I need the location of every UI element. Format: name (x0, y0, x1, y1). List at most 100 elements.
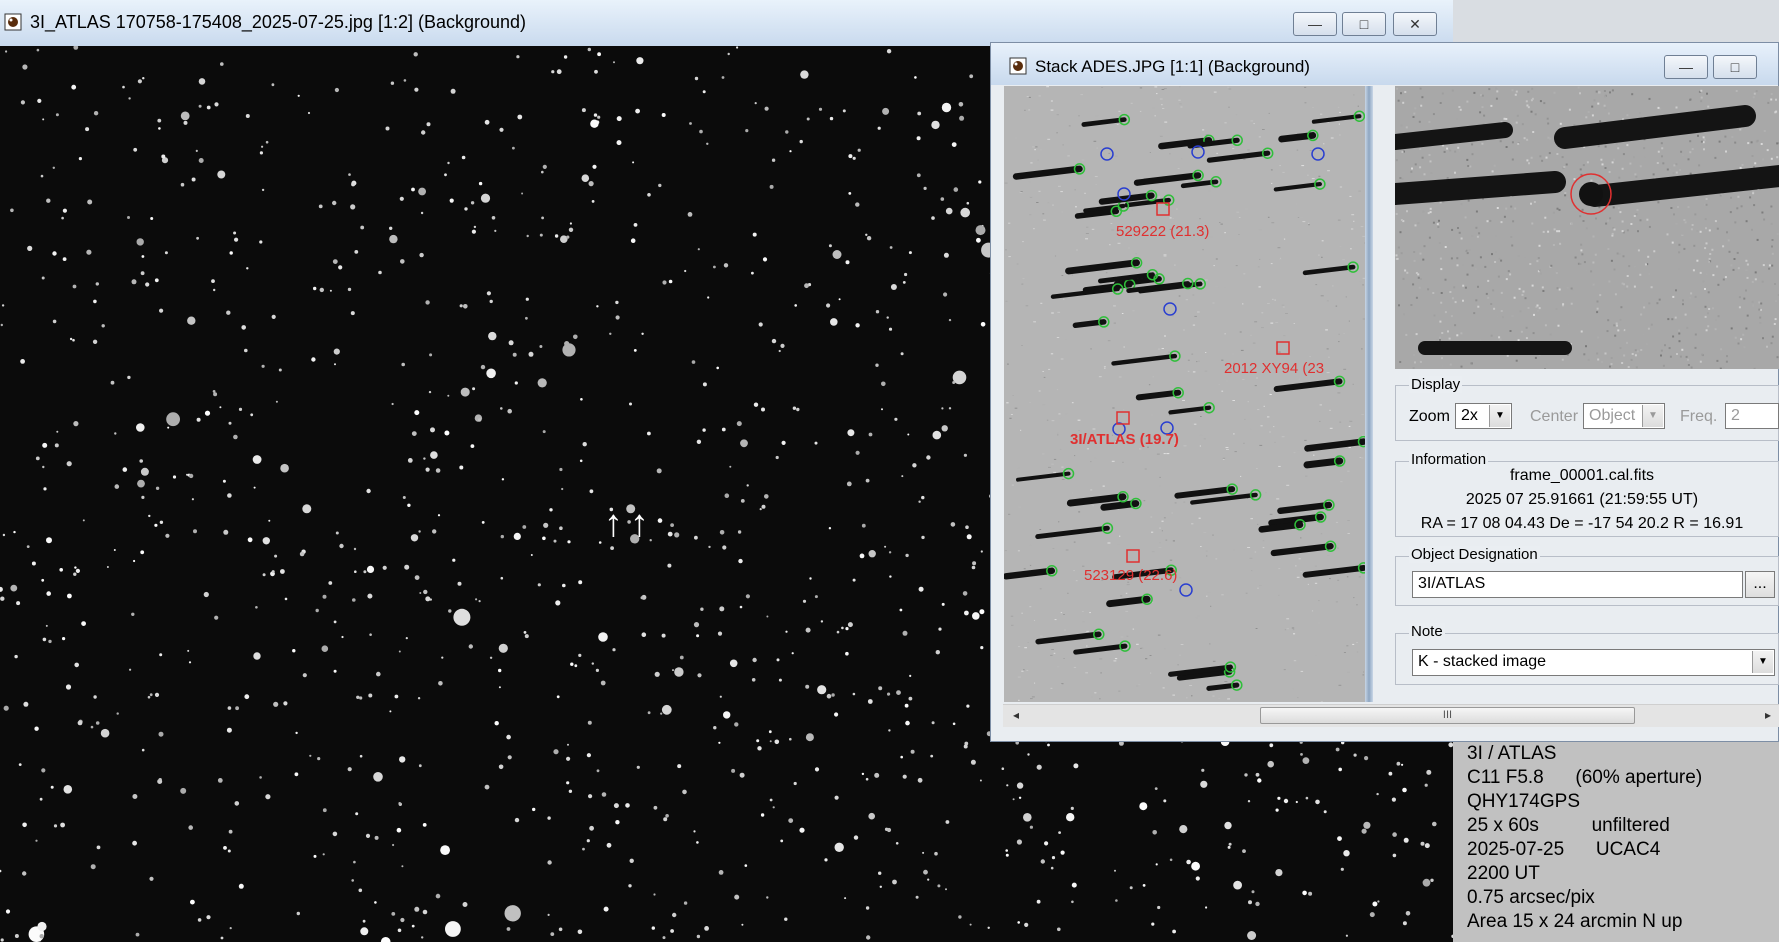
noise-pixel (1464, 248, 1467, 251)
star (164, 251, 168, 255)
noise-pixel (1283, 669, 1286, 671)
star (745, 594, 751, 599)
noise-pixel (1694, 333, 1697, 336)
noise-pixel (1258, 286, 1261, 288)
scroll-left-icon[interactable]: ◂ (1013, 708, 1019, 722)
star (717, 631, 723, 636)
noise-pixel (1092, 428, 1096, 430)
stack-minimize-button[interactable]: — (1664, 55, 1708, 79)
noise-pixel (1661, 147, 1664, 150)
pane-splitter[interactable] (1365, 86, 1373, 702)
star (581, 174, 590, 182)
star (948, 407, 952, 410)
stacked-image-view[interactable]: 529222 (21.3)2012 XY94 (233I/ATLAS (19.7… (1004, 86, 1365, 702)
noise-pixel (1549, 333, 1552, 336)
star (834, 795, 839, 800)
noise-pixel (1536, 304, 1539, 307)
main-title-bar[interactable]: 3I_ATLAS 170758-175408_2025-07-25.jpg [1… (0, 0, 1453, 47)
noise-pixel (1712, 274, 1715, 277)
noise-pixel (1067, 592, 1069, 594)
stack-title-bar[interactable]: Stack ADES.JPG [1:1] (Background) — □ (991, 43, 1778, 85)
designation-input[interactable]: 3I/ATLAS (1412, 571, 1743, 598)
scroll-right-icon[interactable]: ▸ (1765, 708, 1771, 722)
noise-pixel (1627, 366, 1630, 368)
noise-pixel (1456, 334, 1459, 337)
star (14, 934, 19, 938)
noise-pixel (1419, 278, 1422, 280)
noise-pixel (1004, 182, 1008, 184)
horizontal-scrollbar[interactable]: ◂ III ▸ (1003, 704, 1779, 727)
noise-pixel (1616, 252, 1619, 255)
noise-pixel (1596, 300, 1599, 303)
noise-pixel (1039, 529, 1042, 530)
noise-pixel (1685, 355, 1688, 358)
noise-pixel (1267, 303, 1270, 304)
star (116, 712, 119, 715)
noise-pixel (1633, 285, 1636, 288)
stack-window-title: Stack ADES.JPG [1:1] (Background) (1035, 57, 1310, 76)
star (394, 694, 399, 699)
noise-pixel (1319, 404, 1322, 406)
main-close-button[interactable]: ✕ (1393, 12, 1437, 36)
star (110, 380, 115, 385)
noise-pixel (1601, 163, 1604, 166)
noise-pixel (1515, 359, 1518, 362)
noise-pixel (1580, 249, 1583, 252)
star (554, 234, 559, 238)
noise-pixel (1657, 150, 1660, 153)
freq-stepper[interactable]: 2 (1725, 403, 1779, 429)
star (780, 839, 784, 843)
star (1300, 753, 1303, 756)
main-minimize-button[interactable]: — (1293, 12, 1337, 36)
noise-pixel (1700, 89, 1703, 92)
noise-pixel (1775, 98, 1777, 101)
star (362, 919, 366, 923)
star (564, 341, 570, 347)
star-trail (1258, 521, 1304, 533)
scroll-thumb[interactable]: III (1260, 707, 1635, 724)
noise-pixel (1621, 362, 1624, 364)
star (382, 565, 387, 570)
star (1233, 880, 1242, 890)
noise-pixel (1346, 645, 1349, 647)
noise-pixel (1689, 151, 1692, 154)
noise-pixel (1297, 450, 1300, 452)
noise-pixel (1675, 171, 1678, 174)
noise-pixel (1686, 326, 1689, 329)
noise-pixel (1671, 318, 1674, 321)
noise-pixel (1639, 112, 1641, 114)
noise-pixel (1468, 249, 1471, 251)
star (845, 260, 850, 265)
note-select[interactable]: K - stacked image ▼ (1412, 649, 1775, 676)
star (0, 938, 4, 942)
noise-pixel (1675, 222, 1678, 225)
noise-pixel (1051, 463, 1054, 465)
noise-pixel (1084, 192, 1086, 194)
target-object (1579, 182, 1603, 206)
star (800, 70, 809, 79)
star (672, 912, 677, 918)
noise-pixel (1604, 107, 1607, 110)
star (268, 519, 271, 522)
noise-pixel (1029, 544, 1032, 546)
noise-pixel (1770, 222, 1773, 225)
star (888, 327, 893, 331)
star (140, 271, 145, 276)
zoom-select[interactable]: 2x ▼ (1455, 403, 1512, 429)
noise-pixel (1016, 263, 1019, 265)
star (661, 113, 666, 117)
designation-browse-button[interactable]: ... (1745, 571, 1775, 598)
noise-pixel (1224, 232, 1226, 234)
noise-pixel (1202, 249, 1204, 251)
noise-pixel (1226, 380, 1228, 382)
noise-pixel (1221, 594, 1224, 596)
noise-pixel (1733, 258, 1736, 260)
star (567, 540, 571, 544)
star (857, 148, 861, 152)
noise-pixel (1530, 202, 1532, 205)
star (674, 667, 684, 677)
noise-pixel (1684, 221, 1687, 224)
stack-maximize-button[interactable]: □ (1713, 55, 1757, 79)
center-select[interactable]: Object ▼ (1583, 403, 1665, 429)
main-maximize-button[interactable]: □ (1342, 12, 1386, 36)
